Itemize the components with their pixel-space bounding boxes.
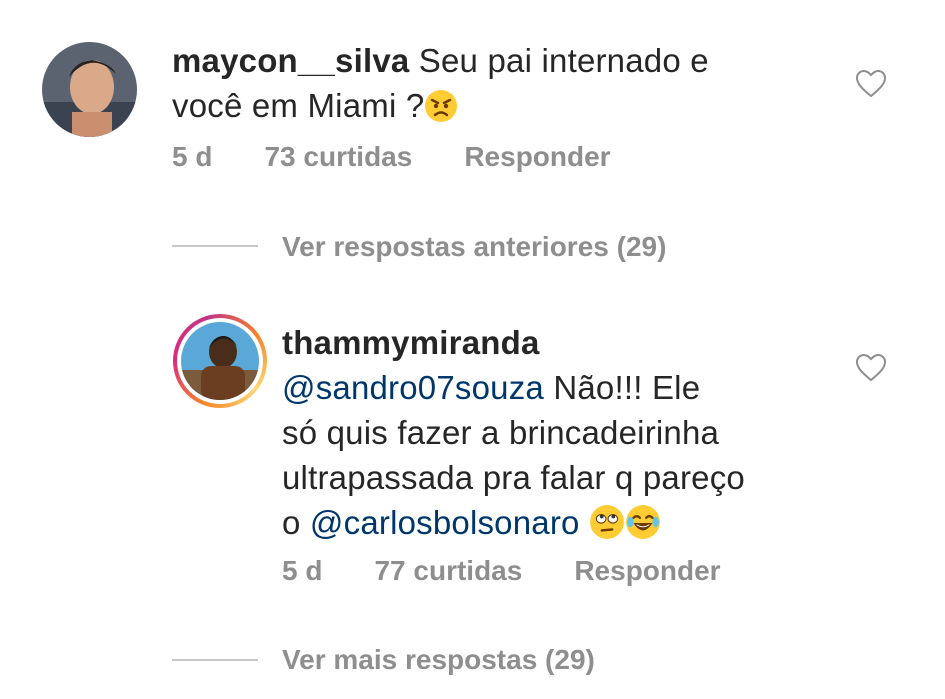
like-heart-icon[interactable]	[855, 353, 887, 388]
comment-meta: 5 d 73 curtidas Responder	[172, 141, 663, 173]
view-more-replies-button[interactable]: Ver mais respostas (29)	[282, 644, 595, 676]
comment-time: 5 d	[282, 555, 323, 586]
avatar-story-ring[interactable]	[173, 314, 267, 408]
reply-button[interactable]: Responder	[464, 141, 610, 172]
avatar[interactable]	[42, 42, 137, 137]
comment-meta: 5 d 77 curtidas Responder	[282, 555, 773, 587]
divider	[172, 659, 258, 661]
comment-text: ultrapassada pra falar q pareço	[282, 459, 745, 496]
comment-body: maycon__silva Seu pai internado e você e…	[172, 38, 812, 134]
view-previous-replies-button[interactable]: Ver respostas anteriores (29)	[282, 231, 666, 263]
comment-text: só quis fazer a brincadeirinha	[282, 414, 720, 451]
comment-text: Não!!! Ele	[543, 369, 701, 406]
mention-link[interactable]: @carlosbolsonaro	[310, 504, 580, 541]
likes-count[interactable]: 73 curtidas	[264, 141, 412, 172]
comment-text: Seu pai internado e	[418, 42, 709, 79]
likes-count[interactable]: 77 curtidas	[374, 555, 522, 586]
comment-username[interactable]: maycon__silva	[172, 42, 409, 79]
comment-text: o	[282, 504, 310, 541]
mention-link[interactable]: @sandro07souza	[282, 369, 544, 406]
comment-time: 5 d	[172, 141, 213, 172]
comment-text: você em Miami ?	[172, 87, 425, 124]
like-heart-icon[interactable]	[855, 69, 887, 104]
eye-roll-face-icon	[589, 504, 625, 551]
divider	[172, 245, 258, 247]
reply-body: thammymiranda @sandro07souza Não!!! Ele …	[282, 320, 842, 551]
comment-username[interactable]: thammymiranda	[282, 324, 540, 361]
avatar	[181, 322, 259, 400]
tears-of-joy-face-icon	[625, 504, 661, 551]
reply-button[interactable]: Responder	[574, 555, 720, 586]
angry-face-icon	[424, 89, 458, 134]
